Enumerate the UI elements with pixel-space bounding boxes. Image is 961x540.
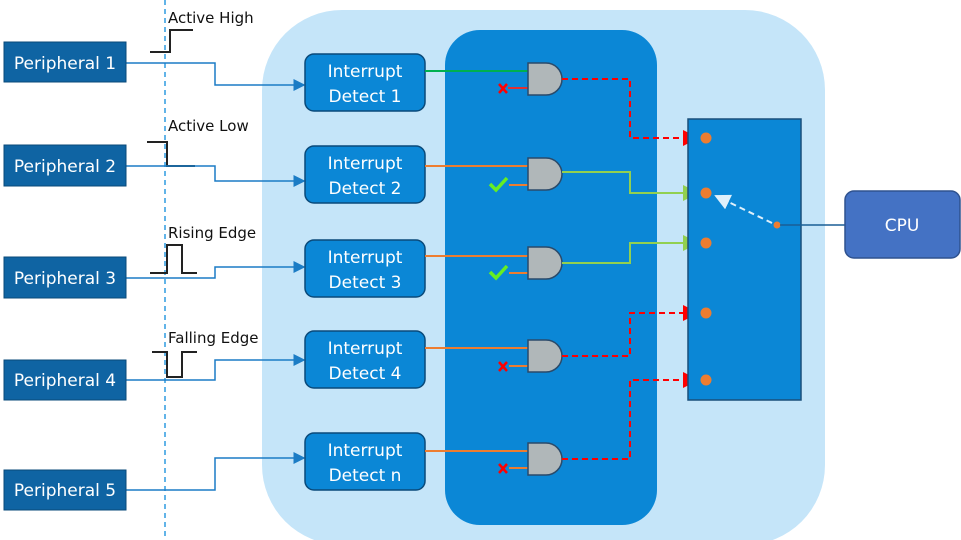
interrupt-detect-2[interactable]: Interrupt Detect 2 [304,145,426,204]
peripheral-2[interactable]: Peripheral 2 [3,144,127,187]
peripheral-5[interactable]: Peripheral 5 [3,469,127,511]
detector-label: Interrupt [328,441,403,461]
detector-label: Detect n [329,466,402,486]
cpu-block[interactable]: CPU [844,190,961,259]
cpu-label: CPU [885,216,920,236]
mux-input-2 [700,187,712,199]
mux-input-4 [700,307,712,319]
peripheral-1[interactable]: Peripheral 1 [3,41,127,83]
interrupt-detect-1[interactable]: Interrupt Detect 1 [304,53,426,112]
detector-label: Detect 1 [329,87,402,107]
and-gate-icon [527,62,563,96]
detector-label: Interrupt [328,154,403,174]
interrupt-controller-diagram: Active High Active Low Rising Edge Falli… [3,0,961,540]
mux-selector-pivot [773,221,781,229]
waveform-active-low [147,141,195,167]
detector-label: Detect 3 [329,273,402,293]
detector-label: Detect 2 [329,179,402,199]
label-active-low: Active Low [168,117,249,135]
and-gate-icon [527,157,563,191]
and-gate-icon [527,339,563,373]
detector-label: Detect 4 [329,364,402,384]
interrupt-detect-3[interactable]: Interrupt Detect 3 [304,239,426,298]
waveform-active-high [150,29,193,53]
and-gate-icon [527,442,563,476]
interrupt-multiplexer [687,118,802,401]
interrupt-detect-4[interactable]: Interrupt Detect 4 [304,330,426,389]
detector-label: Interrupt [328,248,403,268]
waveform-falling-edge [152,351,197,378]
label-rising-edge: Rising Edge [168,224,256,242]
peripheral-label: Peripheral 4 [14,371,116,391]
peripheral-label: Peripheral 5 [14,481,116,501]
mux-input-3 [700,237,712,249]
peripheral-label: Peripheral 1 [14,54,116,74]
interrupt-detect-n[interactable]: Interrupt Detect n [304,432,426,491]
waveform-rising-edge [150,244,197,274]
mux-input-5 [700,374,712,386]
detector-label: Interrupt [328,62,403,82]
label-active-high: Active High [168,9,254,27]
detector-label: Interrupt [328,339,403,359]
peripheral-label: Peripheral 2 [14,157,116,177]
label-falling-edge: Falling Edge [168,329,259,347]
mux-input-1 [700,132,712,144]
and-gate-icon [527,246,563,280]
peripheral-4[interactable]: Peripheral 4 [3,359,127,401]
peripheral-3[interactable]: Peripheral 3 [3,256,127,299]
peripheral-label: Peripheral 3 [14,269,116,289]
